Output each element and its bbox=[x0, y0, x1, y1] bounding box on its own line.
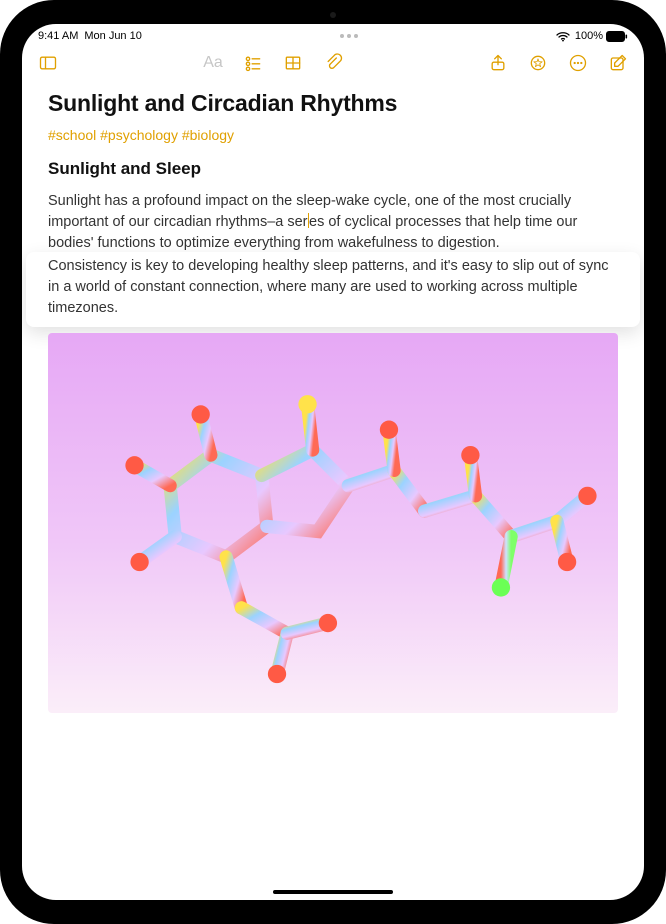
screen: 9:41 AM Mon Jun 10 100% bbox=[22, 24, 644, 900]
notes-toolbar: Aa bbox=[22, 48, 644, 78]
share-button[interactable] bbox=[486, 51, 510, 75]
body-para-overlay[interactable]: Consistency is key to developing healthy… bbox=[48, 258, 609, 316]
more-button[interactable] bbox=[566, 51, 590, 75]
note-subtitle[interactable]: Sunlight and Sleep bbox=[48, 159, 618, 179]
markup-button[interactable] bbox=[526, 51, 550, 75]
molecule-illustration bbox=[48, 333, 618, 713]
checklist-button[interactable] bbox=[241, 51, 265, 75]
note-image-molecule[interactable] bbox=[48, 333, 618, 713]
note-tags[interactable]: #school #psychology #biology bbox=[48, 127, 618, 143]
battery-indicator: 100% bbox=[575, 30, 628, 42]
multitask-dots[interactable] bbox=[142, 34, 556, 38]
ipad-device-frame: 9:41 AM Mon Jun 10 100% bbox=[0, 0, 666, 924]
front-camera bbox=[330, 12, 336, 18]
status-time: 9:41 AM bbox=[38, 30, 78, 42]
attach-button[interactable] bbox=[321, 51, 345, 75]
sidebar-toggle-button[interactable] bbox=[36, 51, 60, 75]
status-date: Mon Jun 10 bbox=[84, 30, 141, 42]
wifi-icon bbox=[556, 31, 570, 42]
note-title[interactable]: Sunlight and Circadian Rhythms bbox=[48, 90, 618, 117]
home-indicator[interactable] bbox=[273, 890, 393, 894]
body-floating-continuation[interactable]: Consistency is key to developing healthy… bbox=[26, 252, 640, 327]
compose-button[interactable] bbox=[606, 51, 630, 75]
status-bar: 9:41 AM Mon Jun 10 100% bbox=[22, 24, 644, 48]
table-button[interactable] bbox=[281, 51, 305, 75]
battery-percent: 100% bbox=[575, 30, 603, 42]
note-content[interactable]: Sunlight and Circadian Rhythms #school #… bbox=[22, 78, 644, 900]
format-text-button[interactable]: Aa bbox=[201, 51, 225, 75]
note-body[interactable]: Sunlight has a profound impact on the sl… bbox=[48, 191, 618, 327]
